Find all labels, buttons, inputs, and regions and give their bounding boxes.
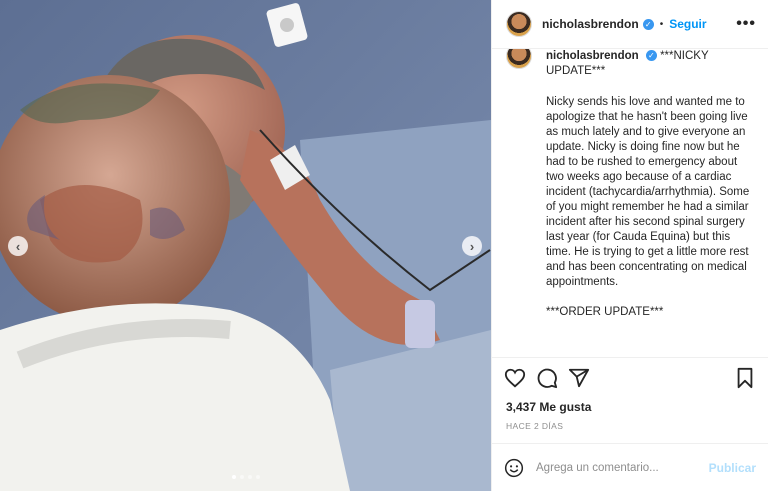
caption-username[interactable]: nicholasbrendon bbox=[546, 50, 639, 62]
verified-badge-icon: ✓ bbox=[642, 18, 654, 30]
heart-icon[interactable] bbox=[504, 367, 526, 389]
verified-badge-icon: ✓ bbox=[645, 50, 657, 62]
comment-input[interactable] bbox=[536, 461, 696, 474]
send-icon[interactable] bbox=[568, 367, 590, 389]
post-sidebar: nicholasbrendon ✓ • Seguir ••• nicholasb… bbox=[491, 0, 768, 491]
carousel-indicator bbox=[231, 475, 260, 479]
action-bar bbox=[492, 357, 768, 397]
post-photo: ‹ › bbox=[0, 0, 491, 491]
carousel-dot bbox=[231, 475, 236, 479]
caption-text: Nicky sends his love and wanted me to ap… bbox=[546, 96, 750, 318]
follow-button[interactable]: Seguir bbox=[669, 17, 706, 31]
instagram-post: ‹ › nicholasbrendon ✓ • Seguir ••• nicho… bbox=[0, 0, 768, 491]
comment-icon[interactable] bbox=[536, 367, 558, 389]
carousel-dot bbox=[247, 475, 252, 479]
username-link[interactable]: nicholasbrendon bbox=[542, 17, 639, 31]
caption-avatar[interactable] bbox=[506, 49, 532, 69]
separator-dot: • bbox=[659, 18, 664, 30]
bookmark-icon[interactable] bbox=[734, 367, 756, 389]
publish-button[interactable]: Publicar bbox=[709, 461, 756, 475]
avatar[interactable] bbox=[506, 11, 532, 37]
chevron-left-icon: ‹ bbox=[15, 238, 21, 254]
caption-area: nicholasbrendon ✓ ***NICKY UPDATE*** Nic… bbox=[492, 49, 768, 357]
post-header: nicholasbrendon ✓ • Seguir ••• bbox=[492, 0, 768, 49]
likes-count[interactable]: 3,437 Me gusta bbox=[492, 397, 768, 417]
carousel-prev-button[interactable]: ‹ bbox=[8, 236, 28, 256]
post-timestamp[interactable]: HACE 2 DÍAS bbox=[492, 417, 768, 437]
hospital-photo-image bbox=[0, 0, 491, 491]
carousel-next-button[interactable]: › bbox=[462, 236, 482, 256]
comment-box: Publicar bbox=[492, 443, 768, 491]
carousel-dot bbox=[255, 475, 260, 479]
smiley-icon[interactable] bbox=[504, 458, 524, 478]
chevron-right-icon: › bbox=[469, 238, 475, 254]
carousel-dot bbox=[239, 475, 244, 479]
caption-header: nicholasbrendon ✓ ***NICKY UPDATE*** bbox=[546, 49, 746, 79]
more-options-icon[interactable]: ••• bbox=[736, 15, 756, 33]
